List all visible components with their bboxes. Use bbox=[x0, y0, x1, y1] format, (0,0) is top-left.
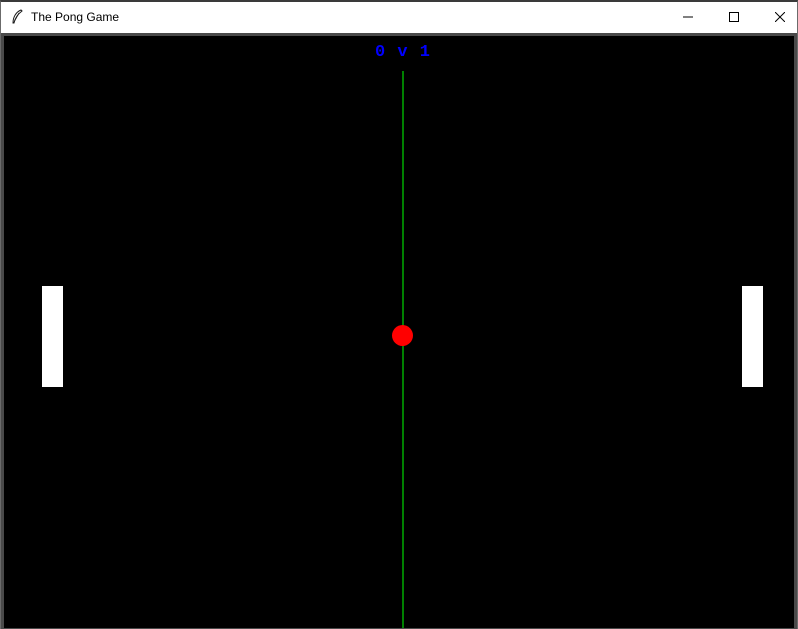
app-window: The Pong Game 0 v 1 bbox=[0, 0, 798, 629]
game-canvas-frame: 0 v 1 bbox=[1, 33, 797, 629]
maximize-button[interactable] bbox=[711, 2, 757, 33]
close-button[interactable] bbox=[757, 2, 798, 33]
feather-icon bbox=[10, 9, 24, 25]
minimize-button[interactable] bbox=[665, 2, 711, 33]
maximize-icon bbox=[729, 9, 739, 27]
score-display: 0 v 1 bbox=[374, 43, 431, 62]
window-title: The Pong Game bbox=[31, 10, 120, 24]
ball bbox=[392, 325, 413, 346]
title-bar[interactable]: The Pong Game bbox=[1, 2, 797, 33]
close-icon bbox=[774, 9, 786, 27]
center-line bbox=[402, 71, 404, 628]
minimize-icon bbox=[683, 9, 693, 27]
game-canvas[interactable]: 0 v 1 bbox=[4, 36, 794, 628]
left-paddle bbox=[42, 286, 63, 387]
right-paddle bbox=[742, 286, 763, 387]
